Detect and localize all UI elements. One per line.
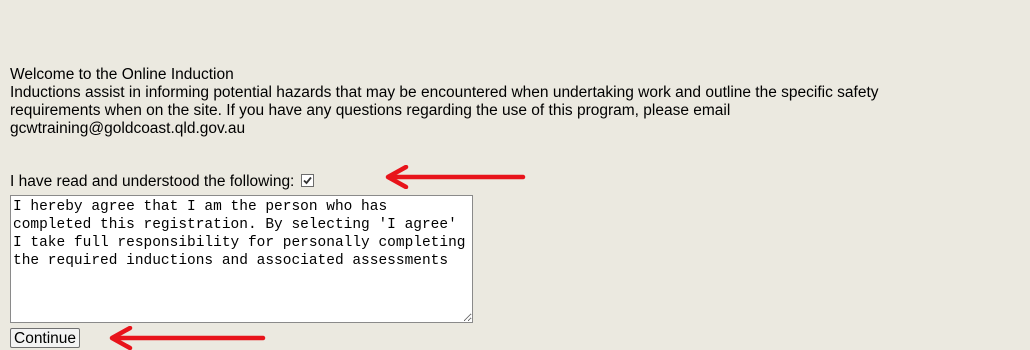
welcome-heading: Welcome to the Online Induction [10,66,234,83]
left-arrow-icon [385,165,526,189]
induction-intro: Welcome to the Online Induction Inductio… [10,66,1028,138]
agreement-textarea[interactable]: I hereby agree that I am the person who … [10,195,473,323]
continue-button[interactable]: Continue [10,328,81,348]
contact-email: gcwtraining@goldcoast.qld.gov.au [10,120,246,137]
agreement-row: I have read and understood the following… [10,173,314,191]
agreement-checkbox[interactable] [300,174,314,187]
intro-text-line-1: Inductions assist in informing potential… [10,84,879,101]
intro-text-line-2: requirements when on the site. If you ha… [10,102,731,119]
checkmark-icon [303,176,312,185]
agreement-checkbox-label: I have read and understood the following… [10,173,295,190]
left-arrow-icon [109,326,266,350]
